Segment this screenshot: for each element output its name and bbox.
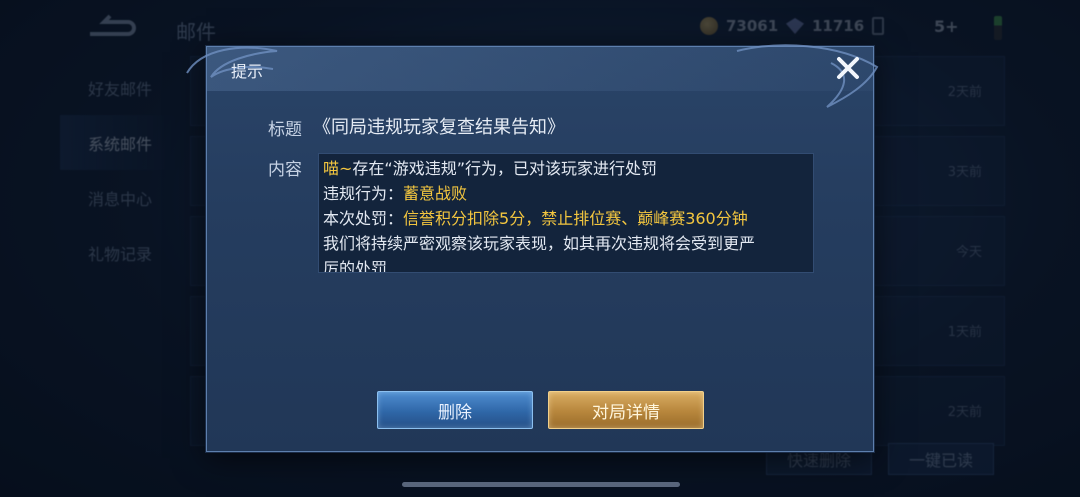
content-line: 我们将持续严密观察该玩家表现，如其再次违规将会受到更严: [323, 234, 756, 253]
violation-value: 蓄意战败: [403, 184, 468, 203]
mail-content[interactable]: 喵~存在“游戏违规”行为，已对该玩家进行处罚 违规行为：蓄意战败 本次处罚：信誉…: [318, 153, 814, 273]
penalty-value: 信誉积分扣除5分，禁止排位赛、巅峰赛360分钟: [403, 209, 748, 228]
penalty-label: 本次处罚：: [323, 209, 404, 228]
match-details-button[interactable]: 对局详情: [548, 391, 704, 429]
close-button[interactable]: [831, 51, 865, 85]
mail-subject: 《同局违规玩家复查结果告知》: [313, 117, 565, 138]
content-text: 存在“游戏违规”行为，已对该玩家进行处罚: [352, 159, 658, 178]
content-line: 厉的处罚: [323, 259, 388, 273]
violation-label: 违规行为：: [323, 184, 404, 203]
dialog-title: 提示: [231, 62, 264, 81]
subject-label: 标题: [268, 120, 302, 140]
notice-dialog: 提示 标题 《同局违规玩家复查结果告知》 内容 喵~存在“游戏违规”行为，已对该…: [186, 44, 879, 452]
content-line: 本次处罚：信誉积分扣除5分，禁止排位赛、巅峰赛360分钟: [323, 206, 809, 231]
content-prefix: 喵~: [323, 159, 353, 178]
close-icon: [837, 57, 859, 79]
content-line: 喵~存在“游戏违规”行为，已对该玩家进行处罚: [323, 156, 809, 181]
home-indicator[interactable]: [402, 482, 680, 487]
content-label: 内容: [268, 160, 302, 180]
content-line: 违规行为：蓄意战败: [323, 181, 809, 206]
delete-button[interactable]: 删除: [377, 391, 533, 429]
